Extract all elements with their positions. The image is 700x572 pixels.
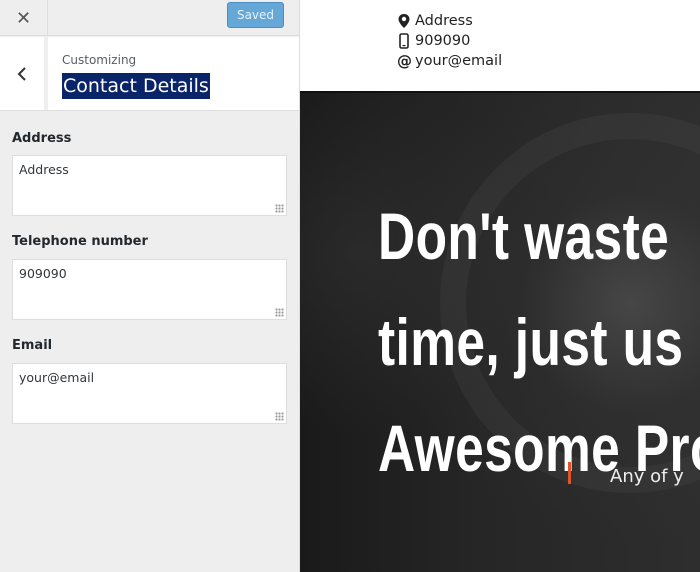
saved-button[interactable]: Saved — [227, 2, 284, 28]
address-label: Address — [12, 131, 72, 146]
customizer-header: ✕ Saved — [0, 0, 299, 36]
contact-email-text: your@email — [415, 53, 503, 69]
address-field[interactable]: Address — [12, 155, 287, 216]
hero-headline: Don't waste time, just us Awesome Pro — [378, 183, 700, 501]
resize-handle-icon[interactable] — [275, 204, 284, 213]
email-field-value: your@email — [19, 370, 95, 385]
section-context: Customizing — [62, 53, 137, 67]
contact-phone-text: 909090 — [415, 33, 471, 49]
customizer-sidebar: ✕ Saved Customizing Contact Details Addr… — [0, 0, 300, 572]
email-field[interactable]: your@email — [12, 363, 287, 424]
resize-handle-icon[interactable] — [275, 308, 284, 317]
telephone-field-value: 909090 — [19, 266, 67, 281]
contact-bar: Address 909090 @ your@email — [300, 0, 700, 91]
address-field-value: Address — [19, 162, 69, 177]
hero-headline-line: Don't waste — [378, 199, 670, 273]
map-marker-icon — [397, 13, 411, 29]
hero-headline-line: time, just us — [378, 305, 684, 379]
contact-address-text: Address — [415, 13, 473, 29]
contact-phone: 909090 — [397, 33, 470, 49]
email-label: Email — [12, 338, 53, 353]
section-title: Contact Details — [62, 73, 210, 99]
telephone-field[interactable]: 909090 — [12, 259, 287, 320]
site-preview: Address 909090 @ your@email Don't waste … — [300, 0, 700, 572]
at-sign-icon: @ — [397, 52, 412, 70]
chevron-left-icon[interactable] — [0, 37, 48, 110]
resize-handle-icon[interactable] — [275, 412, 284, 421]
contact-address: Address — [397, 13, 473, 29]
hero-accent-bar — [568, 462, 571, 484]
hero-section: Don't waste time, just us Awesome Pro — [300, 91, 700, 572]
mobile-phone-icon — [397, 33, 411, 49]
section-header: Customizing Contact Details — [0, 37, 299, 111]
contact-email: @ your@email — [397, 52, 502, 70]
telephone-label: Telephone number — [12, 234, 148, 249]
hero-subtext: Any of y — [610, 466, 684, 487]
close-icon[interactable]: ✕ — [0, 0, 48, 36]
